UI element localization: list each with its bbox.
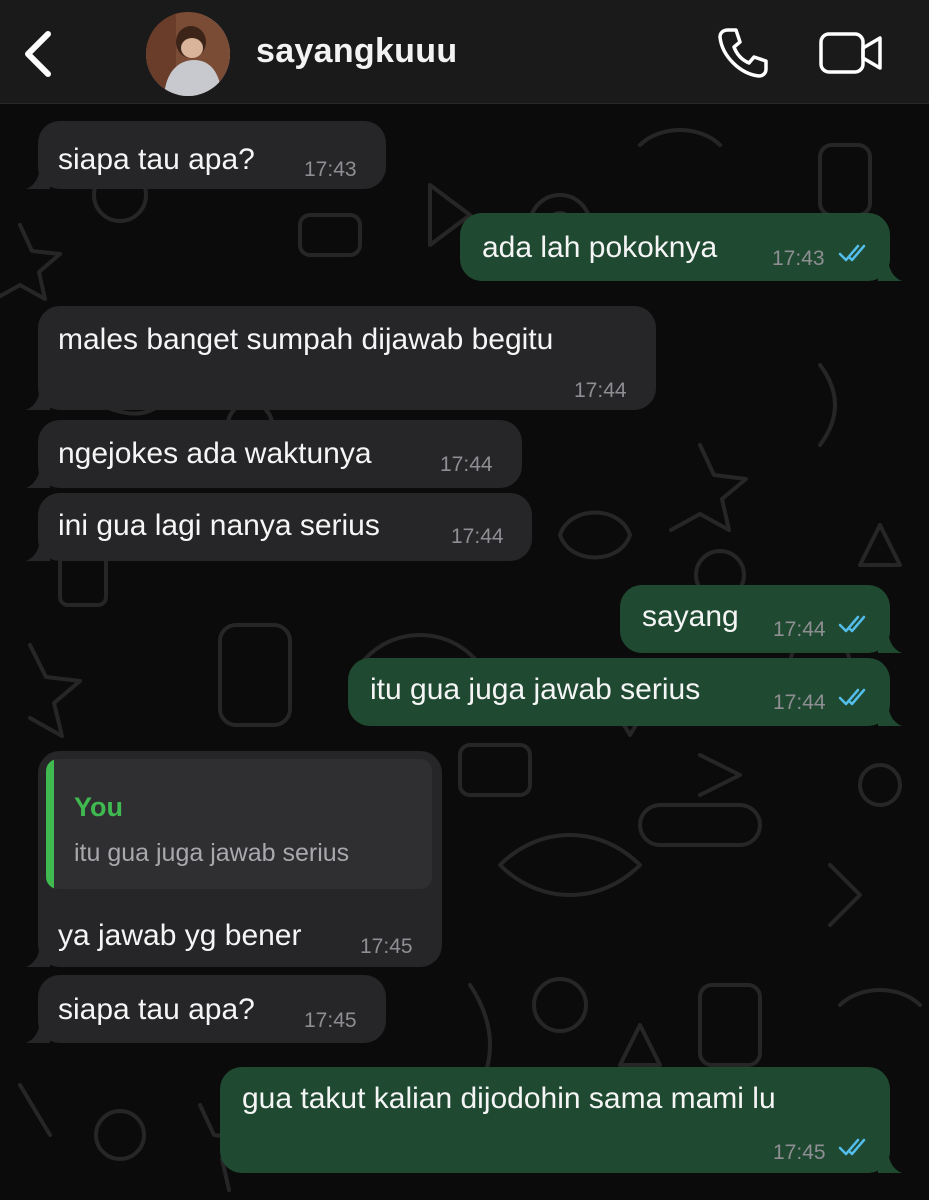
message-bubble-outgoing[interactable]: gua takut kalian dijodohin sama mami lu … bbox=[220, 1067, 902, 1173]
message-text: siapa tau apa? bbox=[58, 993, 255, 1026]
bubble-tail bbox=[26, 943, 50, 967]
message-time: 17:44 bbox=[773, 618, 826, 641]
message-text: itu gua juga jawab serius bbox=[370, 673, 701, 706]
avatar-photo bbox=[146, 12, 230, 96]
message-time: 17:44 bbox=[574, 379, 627, 402]
bubble-tail bbox=[878, 702, 902, 726]
message-time: 17:45 bbox=[360, 935, 413, 958]
message-bubble-outgoing[interactable]: ada lah pokoknya 17:43 bbox=[460, 213, 902, 281]
phone-icon bbox=[718, 28, 768, 78]
message-time: 17:43 bbox=[772, 247, 825, 270]
message-bubble-incoming[interactable]: siapa tau apa? 17:45 bbox=[26, 975, 386, 1043]
message-text: ngejokes ada waktunya bbox=[58, 437, 372, 470]
chevron-left-icon bbox=[25, 31, 51, 77]
message-bubble-incoming-reply[interactable]: You itu gua juga jawab serius ya jawab y… bbox=[26, 751, 442, 967]
bubble-tail bbox=[26, 1019, 50, 1043]
quoted-text: itu gua juga jawab serius bbox=[74, 839, 350, 867]
quoted-author: You bbox=[74, 792, 123, 822]
message-bubble-incoming[interactable]: siapa tau apa? 17:43 bbox=[26, 121, 386, 189]
message-text: siapa tau apa? bbox=[58, 143, 255, 176]
message-text: ini gua lagi nanya serius bbox=[58, 509, 380, 542]
message-time: 17:45 bbox=[773, 1141, 826, 1164]
message-time: 17:44 bbox=[773, 691, 826, 714]
message-text: males banget sumpah dijawab begitu bbox=[58, 323, 554, 356]
bubble-tail bbox=[26, 464, 50, 488]
message-time: 17:44 bbox=[451, 525, 504, 548]
voice-call-button[interactable] bbox=[716, 26, 770, 80]
chat-area[interactable]: siapa tau apa? 17:43 ada lah pokoknya 17… bbox=[0, 105, 929, 1200]
message-text: gua takut kalian dijodohin sama mami lu bbox=[242, 1082, 776, 1115]
video-call-button[interactable] bbox=[818, 30, 884, 76]
bubble-tail bbox=[26, 537, 50, 561]
quote-accent-bar bbox=[46, 759, 54, 889]
read-ticks-icon bbox=[838, 615, 866, 633]
chat-header: sayangkuuu bbox=[0, 0, 929, 104]
contact-name[interactable]: sayangkuuu bbox=[256, 32, 457, 71]
message-time: 17:45 bbox=[304, 1009, 357, 1032]
message-bubble-incoming[interactable]: ngejokes ada waktunya 17:44 bbox=[26, 420, 522, 488]
bubble-tail bbox=[878, 1149, 902, 1173]
read-ticks-icon bbox=[838, 688, 866, 706]
avatar[interactable] bbox=[146, 12, 230, 96]
bubble-tail bbox=[878, 629, 902, 653]
read-ticks-icon bbox=[838, 244, 866, 262]
message-time: 17:44 bbox=[440, 453, 493, 476]
quoted-message[interactable]: You itu gua juga jawab serius bbox=[46, 759, 432, 889]
message-bubble-outgoing[interactable]: itu gua juga jawab serius 17:44 bbox=[348, 658, 902, 726]
message-text: ada lah pokoknya bbox=[482, 231, 718, 264]
bubble-tail bbox=[26, 165, 50, 189]
message-bubble-incoming[interactable]: males banget sumpah dijawab begitu 17:44 bbox=[26, 306, 656, 410]
bubble-tail bbox=[878, 257, 902, 281]
bubble-tail bbox=[26, 386, 50, 410]
video-camera-icon bbox=[819, 32, 882, 74]
message-text: ya jawab yg bener bbox=[58, 919, 302, 952]
message-bubble-outgoing[interactable]: sayang 17:44 bbox=[620, 585, 902, 653]
message-text: sayang bbox=[642, 600, 739, 633]
message-time: 17:43 bbox=[304, 158, 357, 181]
message-bubble-incoming[interactable]: ini gua lagi nanya serius 17:44 bbox=[26, 493, 532, 561]
back-button[interactable] bbox=[16, 22, 66, 82]
read-ticks-icon bbox=[838, 1138, 866, 1156]
